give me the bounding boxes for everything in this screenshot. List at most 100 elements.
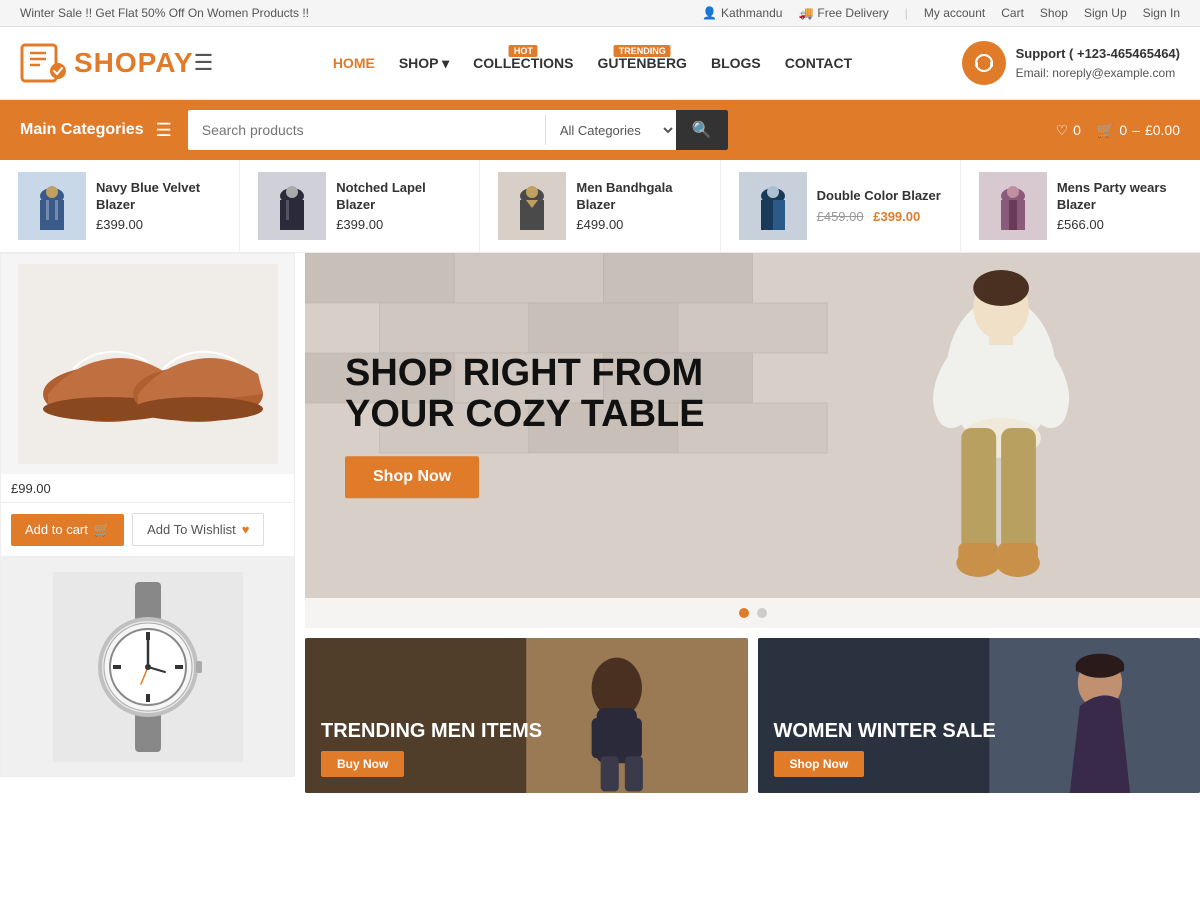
nav-blogs[interactable]: BLOGS bbox=[711, 55, 761, 71]
logo[interactable]: SHOPAY bbox=[20, 39, 194, 87]
hero-title: SHOP RIGHT FROM YOUR COZY TABLE bbox=[345, 353, 725, 437]
product-name-5: Mens Party wears Blazer bbox=[1057, 180, 1182, 214]
product-thumb-3 bbox=[498, 172, 566, 240]
product-strip-item-4[interactable]: Double Color Blazer £459.00 £399.00 bbox=[721, 160, 961, 252]
men-banner-button[interactable]: Buy Now bbox=[321, 751, 404, 777]
wishlist-count[interactable]: ♡ 0 bbox=[1056, 122, 1081, 139]
search-input[interactable] bbox=[188, 114, 545, 146]
product-thumb-5 bbox=[979, 172, 1047, 240]
cart-icon: 🛒 bbox=[1097, 122, 1114, 139]
product-price-5: £566.00 bbox=[1057, 217, 1182, 232]
hero-text-area: SHOP RIGHT FROM YOUR COZY TABLE Shop Now bbox=[345, 353, 725, 499]
support-phone: Support ( +123-465465464) bbox=[1016, 44, 1180, 64]
main-categories-label: Main Categories bbox=[20, 121, 144, 139]
product-name-4: Double Color Blazer bbox=[817, 188, 941, 205]
signup-link[interactable]: Sign Up bbox=[1084, 6, 1127, 20]
top-bar-right: 👤 Kathmandu 🚚 Free Delivery | My account… bbox=[702, 6, 1180, 20]
product-thumb-2 bbox=[258, 172, 326, 240]
support-area: Support ( +123-465465464) Email: noreply… bbox=[962, 41, 1180, 85]
blazer-img-1 bbox=[18, 172, 86, 240]
right-section: SHOP RIGHT FROM YOUR COZY TABLE Shop Now bbox=[295, 253, 1200, 793]
men-banner-title: TRENDING MEN ITEMS bbox=[321, 719, 542, 743]
trending-men-banner: TRENDING MEN ITEMS Buy Now bbox=[305, 638, 748, 793]
category-menu-icon[interactable]: ☰ bbox=[156, 120, 172, 141]
cart-icon-area[interactable]: 🛒 0– £0.00 bbox=[1097, 122, 1180, 139]
logo-icon bbox=[20, 39, 68, 87]
product-name-1: Navy Blue Velvet Blazer bbox=[96, 180, 221, 214]
shoe-product-card: £99.00 Add to cart 🛒 Add To Wishlist ♥ bbox=[0, 253, 295, 557]
truck-icon: 🚚 bbox=[798, 6, 813, 20]
women-banner-button[interactable]: Shop Now bbox=[774, 751, 865, 777]
main-nav: HOME SHOP ▾ HOT COLLECTIONS TRENDING GUT… bbox=[223, 55, 961, 72]
support-email: Email: noreply@example.com bbox=[1016, 64, 1180, 82]
nav-collections[interactable]: COLLECTIONS bbox=[473, 55, 573, 71]
orange-search-bar: Main Categories ☰ All Categories Men Wom… bbox=[0, 100, 1200, 160]
shoe-product-image bbox=[1, 254, 294, 474]
nav-shop-wrapper: SHOP ▾ bbox=[399, 55, 449, 72]
search-button[interactable]: 🔍 bbox=[676, 110, 728, 150]
women-banner-content: WOMEN WINTER SALE Shop Now bbox=[758, 703, 1012, 793]
blazer-img-2 bbox=[258, 172, 326, 240]
shop-now-button[interactable]: Shop Now bbox=[345, 456, 479, 498]
indicator-2[interactable] bbox=[757, 608, 767, 618]
nav-collections-wrapper: HOT COLLECTIONS bbox=[473, 55, 573, 71]
support-text: Support ( +123-465465464) Email: noreply… bbox=[1016, 44, 1180, 82]
shoe-price: £99.00 bbox=[11, 481, 51, 496]
product-name-3: Men Bandhgala Blazer bbox=[576, 180, 701, 214]
product-strip-item-5[interactable]: Mens Party wears Blazer £566.00 bbox=[961, 160, 1200, 252]
product-info-3: Men Bandhgala Blazer £499.00 bbox=[576, 180, 701, 233]
product-price-2: £399.00 bbox=[336, 217, 461, 232]
top-bar: Winter Sale !! Get Flat 50% Off On Women… bbox=[0, 0, 1200, 27]
watch-product-card[interactable] bbox=[0, 557, 295, 777]
product-thumb-1 bbox=[18, 172, 86, 240]
indicator-1[interactable] bbox=[739, 608, 749, 618]
delivery-info: 🚚 Free Delivery bbox=[798, 6, 888, 20]
nav-gutenberg[interactable]: GUTENBERG bbox=[598, 55, 687, 71]
divider: | bbox=[905, 6, 908, 20]
cart-area: ♡ 0 🛒 0– £0.00 bbox=[1056, 122, 1180, 139]
product-info-1: Navy Blue Velvet Blazer £399.00 bbox=[96, 180, 221, 233]
hamburger-icon[interactable]: ☰ bbox=[194, 50, 214, 76]
blazer-img-5 bbox=[979, 172, 1047, 240]
my-account-link[interactable]: My account bbox=[924, 6, 985, 20]
main-content: £99.00 Add to cart 🛒 Add To Wishlist ♥ bbox=[0, 253, 1200, 793]
hero-indicators bbox=[305, 598, 1200, 628]
nav-shop[interactable]: SHOP ▾ bbox=[399, 55, 449, 71]
men-banner-content: TRENDING MEN ITEMS Buy Now bbox=[305, 703, 558, 793]
nav-home[interactable]: HOME bbox=[333, 55, 375, 71]
product-thumb-4 bbox=[739, 172, 807, 240]
product-info-5: Mens Party wears Blazer £566.00 bbox=[1057, 180, 1182, 233]
product-info-4: Double Color Blazer £459.00 £399.00 bbox=[817, 188, 941, 224]
logo-text: SHOPAY bbox=[74, 47, 194, 79]
cart-link[interactable]: Cart bbox=[1001, 6, 1024, 20]
product-price-4: £459.00 £399.00 bbox=[817, 209, 941, 224]
product-price-1: £399.00 bbox=[96, 217, 221, 232]
product-info-2: Notched Lapel Blazer £399.00 bbox=[336, 180, 461, 233]
product-name-2: Notched Lapel Blazer bbox=[336, 180, 461, 214]
cart-icon-btn: 🛒 bbox=[94, 522, 110, 538]
promo-text: Winter Sale !! Get Flat 50% Off On Women… bbox=[20, 6, 309, 20]
women-banner-title: WOMEN WINTER SALE bbox=[774, 719, 996, 743]
shoe-svg bbox=[18, 264, 278, 464]
heart-icon: ♡ bbox=[1056, 122, 1069, 139]
location-icon: 👤 bbox=[702, 6, 717, 20]
headset-icon bbox=[972, 51, 996, 75]
product-strip-item-2[interactable]: Notched Lapel Blazer £399.00 bbox=[240, 160, 480, 252]
heart-icon-btn: ♥ bbox=[242, 522, 250, 537]
category-select[interactable]: All Categories Men Women Shoes Accessori… bbox=[546, 114, 676, 147]
support-icon bbox=[962, 41, 1006, 85]
add-to-wishlist-button[interactable]: Add To Wishlist ♥ bbox=[132, 513, 264, 546]
women-winter-banner: WOMEN WINTER SALE Shop Now bbox=[758, 638, 1200, 793]
product-price-3: £499.00 bbox=[576, 217, 701, 232]
add-to-cart-button[interactable]: Add to cart 🛒 bbox=[11, 514, 124, 546]
nav-gutenberg-wrapper: TRENDING GUTENBERG bbox=[598, 55, 687, 71]
product-strip-item-1[interactable]: Navy Blue Velvet Blazer £399.00 bbox=[0, 160, 240, 252]
location-info: 👤 Kathmandu bbox=[702, 6, 782, 20]
shop-link[interactable]: Shop bbox=[1040, 6, 1068, 20]
lower-banners: TRENDING MEN ITEMS Buy Now bbox=[305, 628, 1200, 793]
nav-contact[interactable]: CONTACT bbox=[785, 55, 852, 71]
product-strip-item-3[interactable]: Men Bandhgala Blazer £499.00 bbox=[480, 160, 720, 252]
products-strip: Navy Blue Velvet Blazer £399.00 Notched … bbox=[0, 160, 1200, 253]
signin-link[interactable]: Sign In bbox=[1143, 6, 1180, 20]
shoe-product-actions: Add to cart 🛒 Add To Wishlist ♥ bbox=[1, 502, 294, 556]
